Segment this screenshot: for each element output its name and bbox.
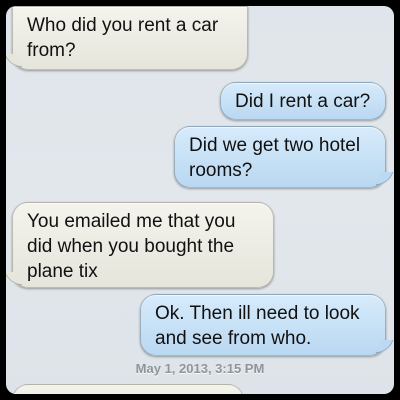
- outgoing-message-bubble[interactable]: Did I rent a car?: [220, 82, 386, 120]
- message-text: Did we get two hotel rooms?: [189, 135, 361, 181]
- partial-incoming-message-bubble: [12, 384, 244, 394]
- message-timestamp: May 1, 2013, 3:15 PM: [135, 361, 265, 376]
- incoming-message-bubble[interactable]: Who did you rent a car from?: [12, 6, 248, 70]
- message-thread[interactable]: Who did you rent a car from? Did I rent …: [6, 6, 394, 394]
- incoming-message-bubble[interactable]: You emailed me that you did when you bou…: [12, 202, 274, 288]
- outgoing-message-bubble[interactable]: Ok. Then ill need to look and see from w…: [140, 294, 386, 356]
- message-text: Who did you rent a car from?: [27, 15, 219, 61]
- photo-frame: Who did you rent a car from? Did I rent …: [0, 0, 400, 400]
- message-text: You emailed me that you did when you bou…: [27, 211, 236, 282]
- outgoing-message-bubble[interactable]: Did we get two hotel rooms?: [174, 126, 386, 188]
- message-text: Did I rent a car?: [235, 91, 371, 112]
- message-text: Ok. Then ill need to look and see from w…: [155, 303, 360, 349]
